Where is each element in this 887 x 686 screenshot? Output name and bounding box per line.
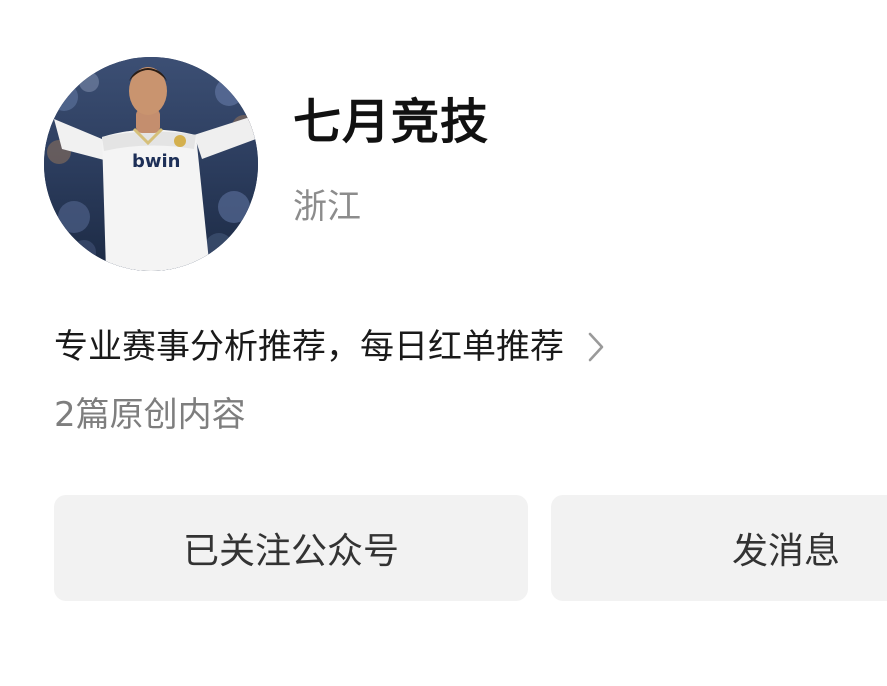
account-bio-link[interactable]: 专业赛事分析推荐，每日红单推荐: [54, 322, 606, 372]
account-location: 浙江: [293, 187, 361, 227]
account-name: 七月竞技: [293, 94, 490, 150]
send-message-button-label: 发消息: [732, 531, 841, 572]
original-content-count[interactable]: 2篇原创内容: [54, 392, 246, 438]
followed-button-label: 已关注公众号: [182, 531, 399, 572]
avatar-photo: bwin: [44, 57, 258, 271]
followed-button[interactable]: 已关注公众号: [54, 495, 528, 601]
chevron-right-icon: [588, 332, 604, 362]
avatar[interactable]: bwin: [44, 57, 258, 271]
send-message-button[interactable]: 发消息: [551, 495, 887, 601]
svg-text:bwin: bwin: [132, 151, 181, 172]
account-bio-text: 专业赛事分析推荐，每日红单推荐: [54, 327, 564, 367]
